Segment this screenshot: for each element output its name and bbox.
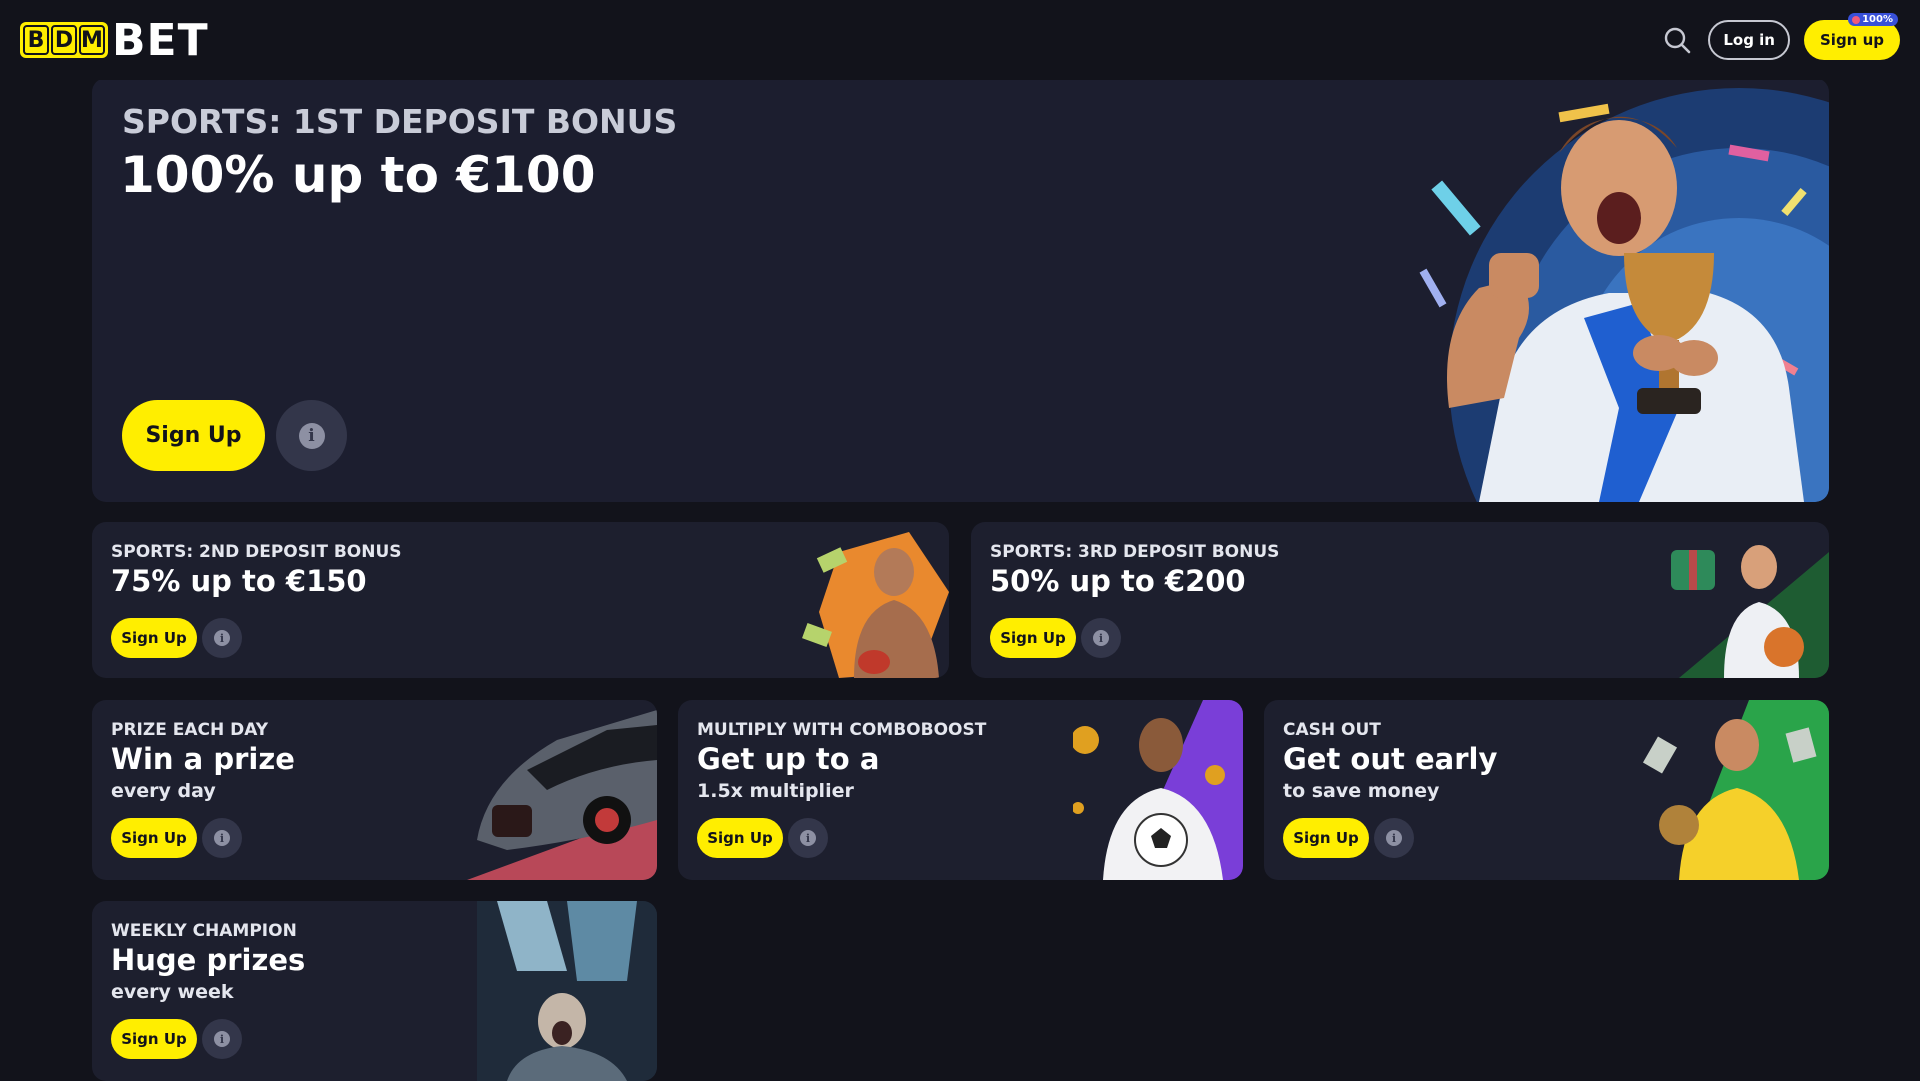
promo-subline: 1.5x multiplier	[697, 780, 854, 802]
promo-headline: 50% up to €200	[990, 564, 1246, 598]
promo-signup-button[interactable]: Sign Up	[111, 618, 197, 658]
info-icon: i	[214, 830, 230, 846]
promo-subline: to save money	[1283, 780, 1440, 802]
fighter-illustration	[802, 532, 949, 678]
signup-badge-text: 100%	[1862, 14, 1893, 25]
info-icon: i	[214, 630, 230, 646]
footballer-trophy-illustration	[1419, 88, 1829, 502]
promo-card-cash-out: CASH OUT Get out early to save money Sig…	[1264, 700, 1829, 880]
promo-headline: Huge prizes	[111, 943, 306, 977]
logo-letter-m: M	[79, 25, 105, 55]
hero-headline: 100% up to €100	[120, 146, 596, 204]
promo-info-button[interactable]: i	[788, 818, 828, 858]
header-signup-button[interactable]: Sign up 100%	[1804, 13, 1900, 60]
bdmbet-logo[interactable]: B D M BET	[20, 15, 209, 66]
promo-kicker: WEEKLY CHAMPION	[111, 921, 297, 941]
signup-bonus-badge: 100%	[1848, 13, 1898, 26]
hero-signup-button[interactable]: Sign Up	[122, 400, 265, 471]
logo-letter-b: B	[23, 25, 49, 55]
info-icon: i	[1386, 830, 1402, 846]
soccer-player-illustration	[1073, 700, 1243, 880]
hero-kicker: SPORTS: 1ST DEPOSIT BONUS	[122, 102, 678, 141]
promo-info-button[interactable]: i	[202, 618, 242, 658]
promo-card-comboboost: MULTIPLY WITH COMBOBOOST Get up to a 1.5…	[678, 700, 1243, 880]
promo-info-button[interactable]: i	[1081, 618, 1121, 658]
promo-signup-button[interactable]: Sign Up	[111, 818, 197, 858]
promo-signup-button[interactable]: Sign Up	[990, 618, 1076, 658]
header-actions: Log in Sign up 100%	[1660, 13, 1900, 60]
hero-promo-card: SPORTS: 1ST DEPOSIT BONUS 100% up to €10…	[92, 78, 1829, 502]
promo-headline: 75% up to €150	[111, 564, 367, 598]
logo-word: BET	[112, 14, 209, 66]
promo-signup-button[interactable]: Sign Up	[111, 1019, 197, 1059]
promo-kicker: MULTIPLY WITH COMBOBOOST	[697, 720, 987, 740]
promo-signup-button[interactable]: Sign Up	[1283, 818, 1369, 858]
promo-card-weekly-champion: WEEKLY CHAMPION Huge prizes every week S…	[92, 901, 657, 1081]
promo-info-button[interactable]: i	[202, 1019, 242, 1059]
promo-card-second-deposit: SPORTS: 2ND DEPOSIT BONUS 75% up to €150…	[92, 522, 949, 678]
promo-kicker: SPORTS: 3RD DEPOSIT BONUS	[990, 542, 1280, 562]
promo-info-button[interactable]: i	[1374, 818, 1414, 858]
fan-with-cash-illustration	[1642, 700, 1829, 880]
basketball-player-illustration	[1671, 545, 1829, 678]
signup-button-label: Sign up	[1820, 31, 1884, 49]
logo-badge: B D M	[20, 22, 108, 58]
promo-kicker: SPORTS: 2ND DEPOSIT BONUS	[111, 542, 402, 562]
sports-car-illustration	[467, 710, 657, 880]
champion-trophy-illustration	[477, 901, 657, 1081]
info-icon: i	[298, 422, 325, 449]
promo-headline: Get up to a	[697, 742, 880, 776]
promo-info-button[interactable]: i	[202, 818, 242, 858]
hero-info-button[interactable]: i	[276, 400, 347, 471]
promo-card-third-deposit: SPORTS: 3RD DEPOSIT BONUS 50% up to €200…	[971, 522, 1829, 678]
logo-letter-d: D	[51, 25, 77, 55]
promo-headline: Win a prize	[111, 742, 295, 776]
info-icon: i	[1093, 630, 1109, 646]
promo-kicker: CASH OUT	[1283, 720, 1381, 740]
promo-card-prize-each-day: PRIZE EACH DAY Win a prize every day Sig…	[92, 700, 657, 880]
search-icon[interactable]	[1660, 23, 1694, 57]
promo-kicker: PRIZE EACH DAY	[111, 720, 269, 740]
info-icon: i	[800, 830, 816, 846]
promo-subline: every day	[111, 780, 216, 802]
gift-icon	[1852, 15, 1861, 24]
login-button[interactable]: Log in	[1708, 20, 1790, 60]
promo-subline: every week	[111, 981, 234, 1003]
promo-signup-button[interactable]: Sign Up	[697, 818, 783, 858]
promo-headline: Get out early	[1283, 742, 1498, 776]
top-navigation-bar: B D M BET Log in Sign up 100%	[0, 0, 1920, 80]
